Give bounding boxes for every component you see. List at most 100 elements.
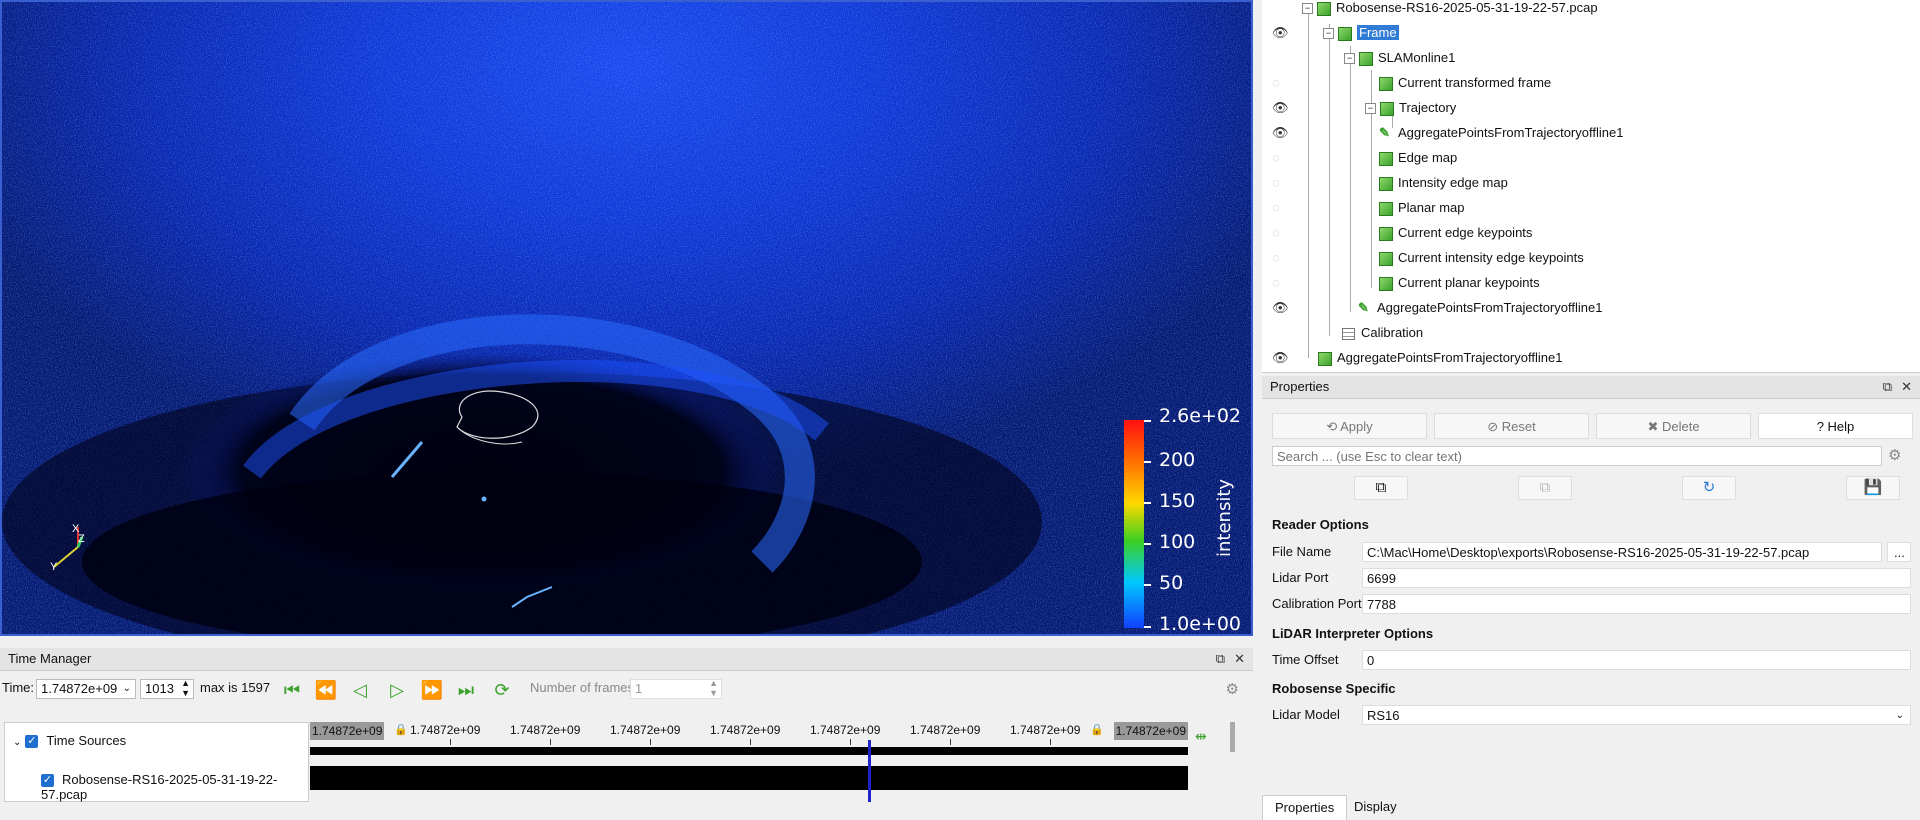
file-name-label: File Name (1272, 544, 1332, 559)
cube-icon (1318, 351, 1332, 366)
colorbar-label-150: 150 (1159, 490, 1196, 512)
source-track[interactable] (310, 766, 1188, 790)
colorbar-label-100: 100 (1159, 531, 1196, 553)
spin-icon[interactable]: ▲ ▼ (181, 678, 190, 698)
tree-item-aggregate-root[interactable]: AggregatePointsFromTrajectoryoffline1 (1318, 346, 1562, 370)
tree-item-edge-keypoints[interactable]: Current edge keypoints (1379, 221, 1532, 245)
loop-icon[interactable]: ⟳ (490, 679, 514, 701)
close-icon[interactable]: ✕ (1901, 376, 1912, 398)
tree-item-intensity-edge-keypoints[interactable]: Current intensity edge keypoints (1379, 246, 1584, 270)
colorbar-max-label: 2.6e+02 (1159, 405, 1242, 427)
eye-icon[interactable]: 👁 (1272, 101, 1290, 114)
current-time-cursor[interactable] (868, 740, 871, 802)
delete-button[interactable]: ✖ Delete (1596, 413, 1751, 439)
float-icon[interactable]: ⧉ (1883, 376, 1892, 398)
time-offset-label: Time Offset (1272, 652, 1339, 667)
first-frame-icon[interactable]: ⏮ (280, 679, 304, 701)
apply-icon: ⟲ (1326, 419, 1341, 434)
time-sources-row[interactable]: ⌄ ✓ Time Sources (13, 733, 126, 749)
tab-properties[interactable]: Properties (1262, 795, 1348, 820)
lock-icon[interactable]: 🔒 (1090, 723, 1104, 736)
eye-closed-icon[interactable]: ◌ (1272, 276, 1290, 289)
search-input[interactable] (1272, 446, 1882, 466)
last-frame-icon[interactable]: ⏭ (454, 679, 478, 701)
colorbar-min-label: 1.0e+00 (1159, 613, 1242, 635)
collapse-icon[interactable]: − (1323, 28, 1334, 40)
frame-index-spinbox[interactable]: 1013 ▲ ▼ (140, 678, 194, 699)
eye-icon[interactable]: 👁 (1272, 351, 1290, 364)
tree-item-trajectory[interactable]: − Trajectory (1365, 96, 1456, 120)
eye-icon[interactable]: 👁 (1272, 26, 1290, 39)
scrollbar[interactable] (1230, 722, 1235, 752)
end-time-label: 1.74872e+09 (1113, 722, 1188, 740)
tree-item-planar-keypoints[interactable]: Current planar keypoints (1379, 271, 1540, 295)
collapse-icon[interactable]: − (1365, 103, 1376, 115)
previous-frame-icon[interactable]: ⏪ (314, 679, 338, 701)
table-icon (1342, 327, 1355, 340)
eye-closed-icon[interactable]: ◌ (1272, 226, 1290, 239)
time-value-select[interactable]: 1.74872e+09 ⌄ (36, 679, 136, 699)
eye-icon[interactable]: 👁 (1272, 301, 1290, 314)
tree-item-pcap[interactable]: − Robosense-RS16-2025-05-31-19-22-57.pcap (1302, 0, 1598, 20)
tree-item-aggregate-inner[interactable]: ✎ AggregatePointsFromTrajectoryoffline1 (1379, 121, 1623, 145)
timeline[interactable]: 1.74872e+09 🔒 1.74872e+09 1.74872e+09 1.… (310, 722, 1188, 802)
eye-closed-icon[interactable]: ◌ (1272, 251, 1290, 264)
tick-label: 1.74872e+09 (410, 723, 481, 737)
refresh-icon[interactable]: ↻ (1682, 476, 1736, 500)
time-offset-field[interactable]: 0 (1362, 650, 1911, 670)
close-icon[interactable]: ✕ (1234, 648, 1245, 670)
tree-item-transformed-frame[interactable]: Current transformed frame (1379, 71, 1551, 95)
tree-item-planar-map[interactable]: Planar map (1379, 196, 1464, 220)
save-icon[interactable]: 💾 (1846, 476, 1900, 500)
copy-icon[interactable]: ⧉ (1354, 476, 1408, 500)
point-cloud: X Z Y (2, 2, 1251, 634)
tree-item-intensity-edge-map[interactable]: Intensity edge map (1379, 171, 1508, 195)
browse-button[interactable]: ... (1887, 542, 1911, 562)
render-view[interactable]: X Z Y 2.6e+02 200 150 100 50 1.0e+00 int… (0, 0, 1253, 636)
tree-item-aggregate-slam[interactable]: ✎ AggregatePointsFromTrajectoryoffline1 (1358, 296, 1602, 320)
play-backward-icon[interactable]: ◁ (348, 679, 372, 701)
tree-item-edge-map[interactable]: Edge map (1379, 146, 1457, 170)
reset-button[interactable]: ⊘ Reset (1434, 413, 1589, 439)
eye-closed-icon[interactable]: ◌ (1272, 201, 1290, 214)
eye-closed-icon[interactable]: ◌ (1272, 151, 1290, 164)
checkbox-icon[interactable]: ✓ (25, 735, 39, 749)
lidar-port-field[interactable]: 6699 (1362, 568, 1911, 588)
lidar-model-select[interactable]: RS16 ⌄ (1362, 705, 1911, 725)
tree-item-frame[interactable]: − Frame (1323, 21, 1399, 45)
time-track[interactable] (310, 747, 1188, 755)
cube-icon (1359, 51, 1373, 66)
next-frame-icon[interactable]: ⏩ (420, 679, 444, 701)
gear-icon[interactable]: ⚙ (1226, 680, 1239, 698)
number-of-frames-spinbox[interactable]: 1 ▲ ▼ (630, 678, 722, 699)
lock-icon[interactable]: 🔒 (394, 723, 408, 736)
fit-range-icon[interactable]: ⇹ (1195, 728, 1207, 745)
eye-icon[interactable]: 👁 (1272, 126, 1290, 139)
calibration-port-field[interactable]: 7788 (1362, 594, 1911, 614)
collapse-icon[interactable]: − (1302, 3, 1313, 15)
tree-item-calibration[interactable]: Calibration (1342, 321, 1423, 345)
eye-closed-icon[interactable]: ◌ (1272, 76, 1290, 89)
chevron-down-icon[interactable]: ⌄ (13, 737, 21, 748)
file-name-field[interactable]: C:\Mac\Home\Desktop\exports\Robosense-RS… (1362, 542, 1882, 562)
cube-icon (1379, 226, 1393, 241)
tab-display[interactable]: Display (1342, 795, 1409, 819)
source-file-row[interactable]: ✓ Robosense-RS16-2025-05-31-19-22-57.pcap (41, 772, 308, 802)
paste-icon[interactable]: ⧉ (1518, 476, 1572, 500)
help-icon: ? (1816, 419, 1828, 434)
help-button[interactable]: ? Help (1758, 413, 1913, 439)
cube-icon (1379, 251, 1393, 266)
pipeline-browser[interactable]: − Robosense-RS16-2025-05-31-19-22-57.pcap… (1262, 0, 1920, 373)
float-icon[interactable]: ⧉ (1216, 648, 1225, 670)
apply-button[interactable]: ⟲ Apply (1272, 413, 1427, 439)
tick-label: 1.74872e+09 (610, 723, 681, 737)
eye-closed-icon[interactable]: ◌ (1272, 176, 1290, 189)
collapse-icon[interactable]: − (1344, 53, 1355, 65)
tick-label: 1.74872e+09 (810, 723, 881, 737)
cube-icon (1338, 26, 1352, 41)
checkbox-icon[interactable]: ✓ (41, 774, 54, 788)
tree-item-slam[interactable]: − SLAMonline1 (1344, 46, 1455, 70)
spin-icon[interactable]: ▲ ▼ (709, 678, 718, 698)
play-icon[interactable]: ▷ (385, 679, 409, 701)
gear-icon[interactable]: ⚙ (1888, 446, 1901, 464)
